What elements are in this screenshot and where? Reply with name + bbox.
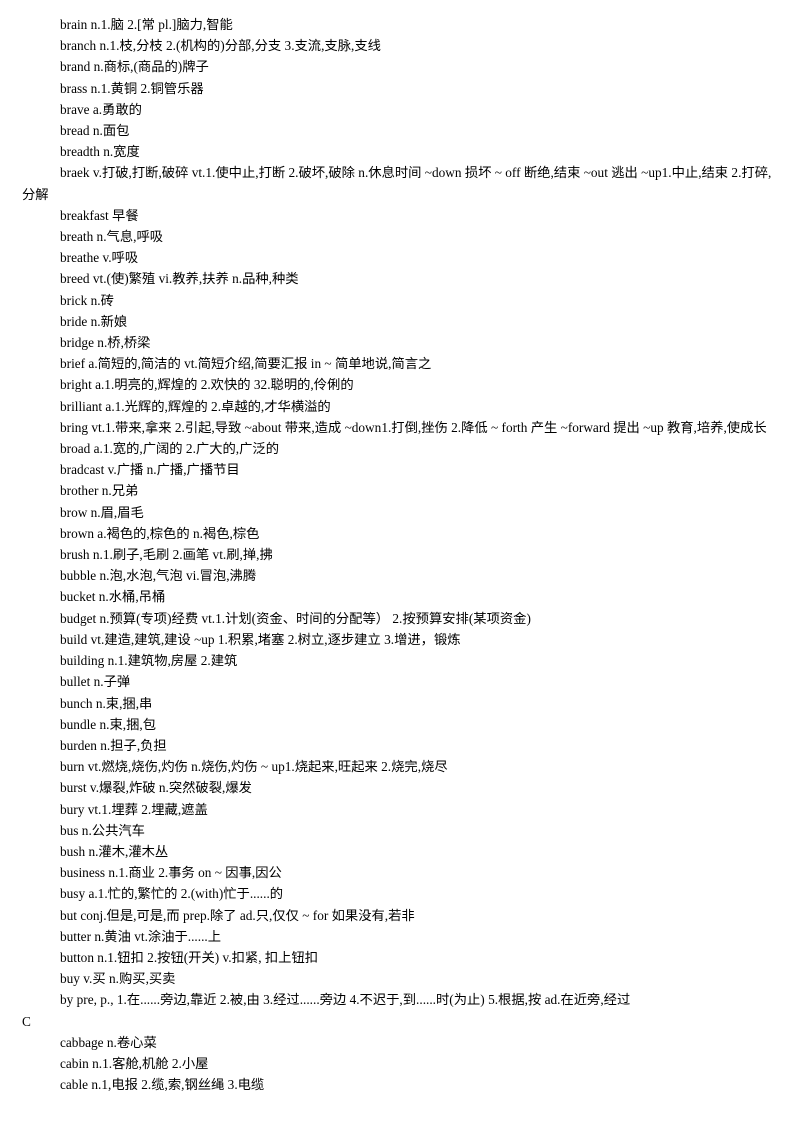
- vocabulary-entry: bullet n.子弹: [60, 674, 131, 690]
- vocabulary-entry: brow n.眉,眉毛: [60, 504, 144, 520]
- vocabulary-entry: button n.1.钮扣 2.按钮(开关) v.扣紧, 扣上钮扣: [60, 949, 319, 965]
- vocabulary-entry: braek v.打破,打断,破碎 vt.1.使中止,打断 2.破坏,破除 n.休…: [22, 165, 772, 202]
- vocabulary-entry: brain n.1.脑 2.[常 pl.]脑力,智能: [60, 17, 233, 32]
- vocabulary-entry: burst v.爆裂,炸破 n.突然破裂,爆发: [60, 780, 252, 796]
- vocabulary-entry: breed vt.(使)繁殖 vi.教养,扶养 n.品种,种类: [60, 271, 299, 287]
- vocabulary-entry: bucket n.水桶,吊桶: [60, 589, 166, 605]
- vocabulary-entry: brand n.商标,(商品的)牌子: [60, 59, 209, 75]
- vocabulary-entry: bread n.面包: [60, 123, 130, 139]
- vocabulary-entry: breakfast 早餐: [60, 207, 139, 223]
- vocabulary-entry: bride n.新娘: [60, 313, 128, 329]
- vocabulary-entry: cabin n.1.客舱,机舱 2.小屋: [60, 1055, 209, 1071]
- vocabulary-entry: brick n.砖: [60, 292, 114, 308]
- vocabulary-entry: bright a.1.明亮的,辉煌的 2.欢快的 32.聪明的,伶俐的: [60, 377, 354, 393]
- vocabulary-entry: bridge n.桥,桥梁: [60, 335, 151, 351]
- vocabulary-entry: busy a.1.忙的,繁忙的 2.(with)忙于......的: [60, 886, 284, 902]
- vocabulary-entry: brown a.褐色的,棕色的 n.褐色,棕色: [60, 525, 260, 541]
- vocabulary-entry: bush n.灌木,灌木丛: [60, 843, 169, 859]
- vocabulary-entry: bundle n.束,捆,包: [60, 716, 157, 732]
- vocabulary-entry: branch n.1.枝,分枝 2.(机构的)分部,分支 3.支流,支脉,支线: [60, 38, 381, 54]
- vocabulary-entry: bus n.公共汽车: [60, 822, 145, 838]
- vocabulary-entry: business n.1.商业 2.事务 on ~ 因事,因公: [60, 865, 282, 881]
- vocabulary-entry: building n.1.建筑物,房屋 2.建筑: [60, 653, 238, 669]
- vocabulary-entry: breadth n.宽度: [60, 144, 140, 160]
- vocabulary-entry: by pre, p., 1.在......旁边,靠近 2.被,由 3.经过...…: [60, 992, 631, 1008]
- vocabulary-entry: brass n.1.黄铜 2.铜管乐器: [60, 80, 204, 96]
- vocabulary-entry-list: brain n.1.脑 2.[常 pl.]脑力,智能 branch n.1.枝,分…: [22, 14, 780, 1095]
- vocabulary-entry: build vt.建造,建筑,建设 ~up 1.积累,堵塞 2.树立,逐步建立 …: [60, 631, 461, 647]
- vocabulary-entry: burden n.担子,负担: [60, 737, 167, 753]
- vocabulary-entry: brush n.1.刷子,毛刷 2.画笔 vt.刷,掸,拂: [60, 547, 273, 563]
- vocabulary-entry: brief a.简短的,简洁的 vt.简短介绍,简要汇报 in ~ 简单地说,简…: [60, 356, 432, 372]
- vocabulary-entry: bury vt.1.埋葬 2.埋藏,遮盖: [60, 801, 208, 817]
- vocabulary-entry: bring vt.1.带来,拿来 2.引起,导致 ~about 带来,造成 ~d…: [60, 419, 767, 435]
- vocabulary-entry: brave a.勇敢的: [60, 101, 142, 117]
- vocabulary-entry: cable n.1,电报 2.缆,索,钢丝绳 3.电缆: [60, 1077, 265, 1093]
- vocabulary-entry: but conj.但是,可是,而 prep.除了 ad.只,仅仅 ~ for 如…: [60, 907, 415, 923]
- vocabulary-entry: breath n.气息,呼吸: [60, 229, 164, 245]
- vocabulary-entry: buy v.买 n.购买,买卖: [60, 971, 176, 987]
- vocabulary-entry: cabbage n.卷心菜: [60, 1034, 157, 1050]
- vocabulary-entry: butter n.黄油 vt.涂油于......上: [60, 928, 222, 944]
- vocabulary-entry: burn vt.燃烧,烧伤,灼伤 n.烧伤,灼伤 ~ up1.烧起来,旺起来 2…: [60, 759, 448, 775]
- vocabulary-entry: brother n.兄弟: [60, 483, 139, 499]
- vocabulary-entry: budget n.预算(专项)经费 vt.1.计划(资金、时间的分配等） 2.按…: [60, 610, 531, 626]
- document-page: brain n.1.脑 2.[常 pl.]脑力,智能 branch n.1.枝,分…: [0, 0, 794, 1123]
- vocabulary-entry: brilliant a.1.光辉的,辉煌的 2.卓越的,才华横溢的: [60, 398, 331, 414]
- section-heading: C: [22, 1013, 31, 1029]
- vocabulary-entry: broad a.1.宽的,广阔的 2.广大的,广泛的: [60, 441, 280, 457]
- vocabulary-entry: bubble n.泡,水泡,气泡 vi.冒泡,沸腾: [60, 568, 257, 584]
- vocabulary-entry: bunch n.束,捆,串: [60, 695, 153, 711]
- vocabulary-entry: bradcast v.广播 n.广播,广播节目: [60, 462, 240, 478]
- vocabulary-entry: breathe v.呼吸: [60, 250, 139, 266]
